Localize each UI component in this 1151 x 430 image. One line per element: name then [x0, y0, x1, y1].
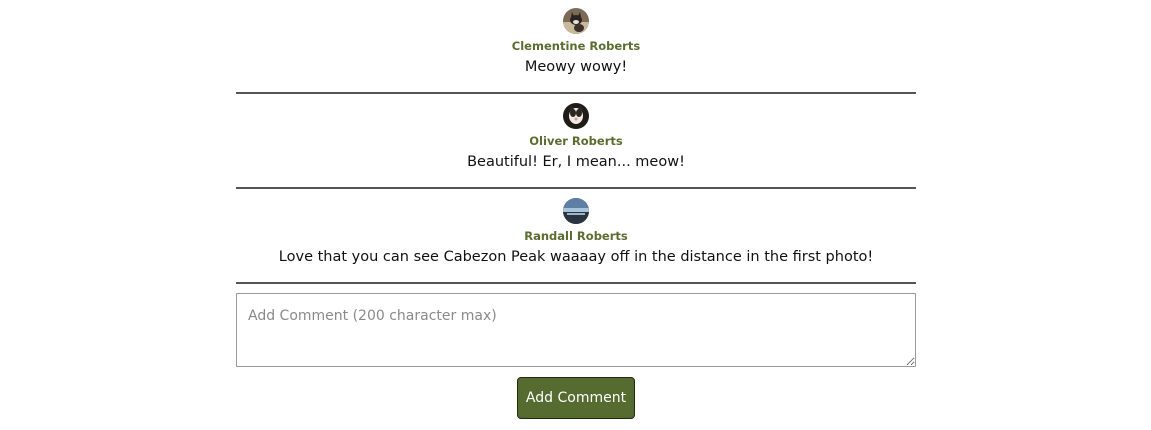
cat-photo-icon — [563, 8, 589, 34]
add-comment-form: Add Comment — [236, 293, 916, 419]
cat-photo-icon — [563, 103, 589, 129]
comment-item: Oliver Roberts Beautiful! Er, I mean... … — [236, 94, 916, 189]
avatar-oliver[interactable] — [563, 103, 589, 129]
avatar-clementine[interactable] — [563, 8, 589, 34]
avatar-randall[interactable] — [563, 198, 589, 224]
comment-text: Love that you can see Cabezon Peak waaaa… — [278, 249, 874, 265]
add-comment-button[interactable]: Add Comment — [517, 377, 635, 419]
comment-text: Meowy wowy! — [524, 59, 628, 75]
comment-textarea[interactable] — [236, 293, 916, 367]
landscape-photo-icon — [563, 198, 589, 224]
comment-author[interactable]: Oliver Roberts — [236, 133, 916, 149]
comments-section: Clementine Roberts Meowy wowy! Oliver Ro… — [236, 0, 916, 419]
comment-author[interactable]: Randall Roberts — [236, 228, 916, 244]
comment-item: Clementine Roberts Meowy wowy! — [236, 0, 916, 94]
comment-item: Randall Roberts Love that you can see Ca… — [236, 189, 916, 284]
comment-text: Beautiful! Er, I mean... meow! — [467, 154, 685, 170]
comment-author[interactable]: Clementine Roberts — [236, 38, 916, 54]
